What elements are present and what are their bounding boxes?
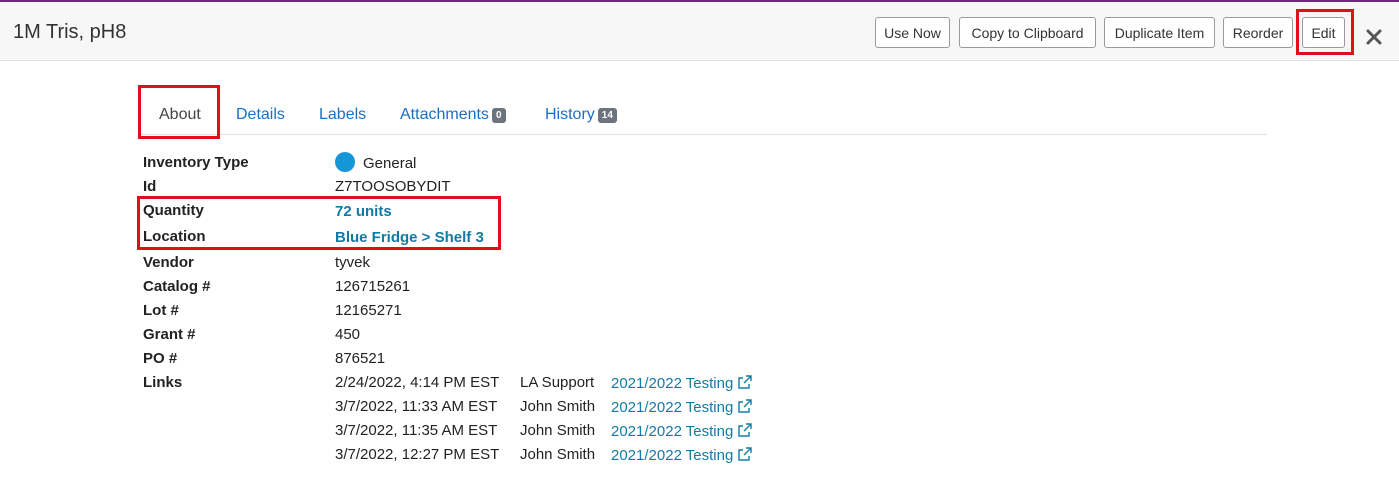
- tab-about[interactable]: About: [159, 106, 201, 124]
- edit-button[interactable]: Edit: [1302, 17, 1345, 48]
- external-link-icon: [738, 423, 753, 437]
- inventory-type-value: General: [335, 152, 416, 172]
- grant-value: 450: [335, 326, 361, 343]
- reorder-button[interactable]: Reorder: [1223, 17, 1293, 48]
- history-count-badge: 14: [597, 107, 617, 123]
- location-link[interactable]: Blue Fridge > Shelf 3: [335, 229, 484, 246]
- external-link-icon: [738, 375, 753, 389]
- link-date: 3/7/2022, 12:27 PM EST: [335, 446, 500, 463]
- tab-label: About: [159, 106, 201, 123]
- inventory-type-text: General: [363, 155, 417, 172]
- use-now-button[interactable]: Use Now: [875, 17, 950, 48]
- inventory-type-label: Inventory Type: [143, 154, 249, 171]
- link-user: John Smith: [520, 422, 596, 439]
- id-label: Id: [143, 178, 157, 195]
- links-label: Links: [143, 374, 183, 391]
- link-text: 2021/2022 Testing: [611, 447, 734, 464]
- catalog-label: Catalog #: [143, 278, 211, 295]
- tab-bar: About Details Labels Attachments 0 Histo…: [140, 85, 1267, 135]
- quantity-link[interactable]: 72 units: [335, 203, 392, 220]
- po-value: 876521: [335, 350, 386, 367]
- location-label: Location: [143, 228, 206, 245]
- link-text: 2021/2022 Testing: [611, 375, 734, 392]
- link-anchor[interactable]: 2021/2022 Testing: [611, 374, 753, 392]
- link-anchor[interactable]: 2021/2022 Testing: [611, 398, 753, 416]
- vendor-value: tyvek: [335, 254, 371, 271]
- link-user: John Smith: [520, 446, 596, 463]
- link-text: 2021/2022 Testing: [611, 399, 734, 416]
- tab-label: Attachments: [400, 106, 489, 123]
- vendor-label: Vendor: [143, 254, 194, 271]
- link-user: LA Support: [520, 374, 595, 391]
- link-date: 3/7/2022, 11:33 AM EST: [335, 398, 498, 415]
- attachments-count-badge: 0: [491, 107, 506, 123]
- external-link-icon: [738, 447, 753, 461]
- tab-label: Details: [236, 106, 285, 123]
- tab-details[interactable]: Details: [236, 106, 285, 124]
- lot-value: 12165271: [335, 302, 402, 319]
- link-text: 2021/2022 Testing: [611, 423, 734, 440]
- link-user: John Smith: [520, 398, 596, 415]
- tab-labels[interactable]: Labels: [319, 106, 366, 124]
- external-link-icon: [738, 399, 753, 413]
- po-label: PO #: [143, 350, 178, 367]
- link-date: 2/24/2022, 4:14 PM EST: [335, 374, 500, 391]
- tab-label: Labels: [319, 106, 367, 123]
- inventory-type-dot-icon: [335, 152, 355, 172]
- item-title: 1M Tris, pH8: [13, 21, 127, 43]
- link-anchor[interactable]: 2021/2022 Testing: [611, 422, 753, 440]
- link-date: 3/7/2022, 11:35 AM EST: [335, 422, 498, 439]
- quantity-label: Quantity: [143, 202, 204, 219]
- id-value: Z7TOOSOBYDIT: [335, 178, 451, 195]
- copy-to-clipboard-button[interactable]: Copy to Clipboard: [959, 17, 1096, 48]
- duplicate-item-button[interactable]: Duplicate Item: [1104, 17, 1215, 48]
- link-anchor[interactable]: 2021/2022 Testing: [611, 446, 753, 464]
- tab-label: History: [545, 106, 595, 123]
- tab-attachments[interactable]: Attachments 0: [400, 106, 506, 124]
- item-header: 1M Tris, pH8 Use Now Copy to Clipboard D…: [0, 2, 1399, 61]
- lot-label: Lot #: [143, 302, 179, 319]
- grant-label: Grant #: [143, 326, 196, 343]
- tab-history[interactable]: History 14: [545, 106, 617, 124]
- catalog-value: 126715261: [335, 278, 411, 295]
- close-icon[interactable]: [1364, 27, 1384, 47]
